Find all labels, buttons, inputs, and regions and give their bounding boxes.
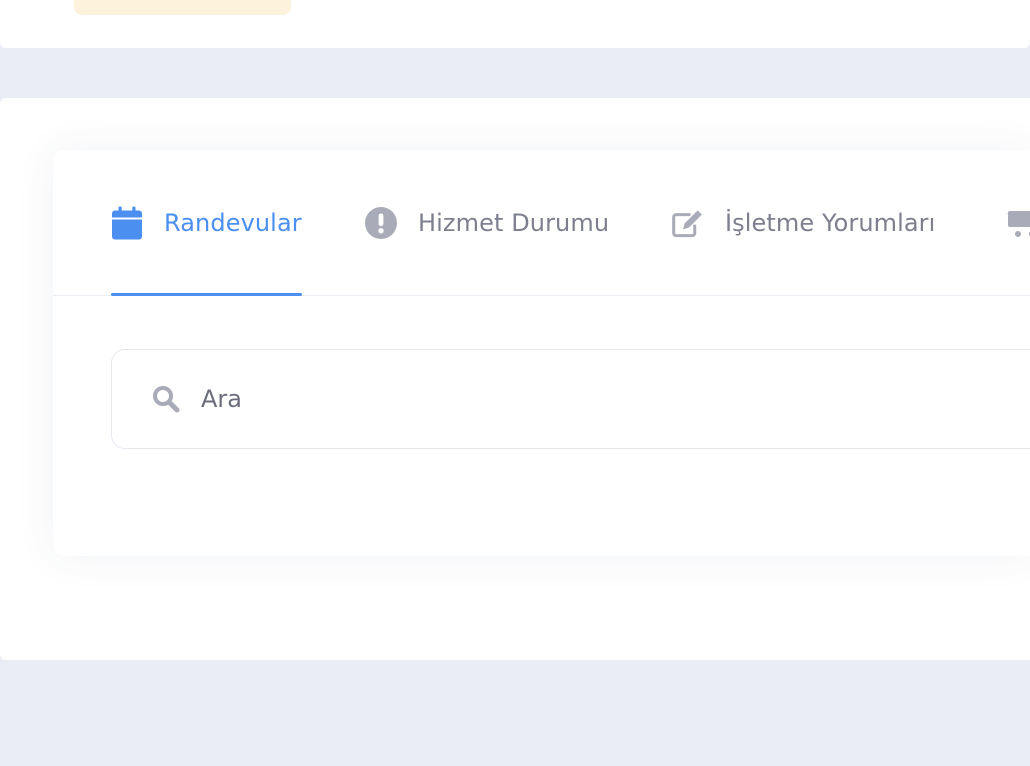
top-card: [0, 0, 1030, 48]
tab-isletme-yorumlari[interactable]: İşletme Yorumları: [672, 150, 935, 295]
tab-hizmet-durumu[interactable]: Hizmet Durumu: [365, 150, 609, 295]
calendar-icon: [111, 206, 143, 239]
tab-label: Hizmet Durumu: [418, 208, 610, 237]
tab-bar: Randevular Hizmet Durumu İşletme Yorumla…: [53, 150, 1030, 296]
tab-randevular[interactable]: Randevular: [111, 150, 302, 296]
cart-icon: [1006, 207, 1030, 239]
content-panel: Randevular Hizmet Durumu İşletme Yorumla…: [53, 150, 1030, 556]
search-icon: [151, 384, 181, 414]
search-box[interactable]: [111, 349, 1030, 449]
edit-icon: [672, 207, 704, 239]
top-badge[interactable]: [74, 0, 291, 15]
tab-cart[interactable]: [1006, 150, 1030, 295]
tab-label: Randevular: [164, 208, 302, 237]
exclamation-circle-icon: [365, 206, 397, 239]
tab-label: İşletme Yorumları: [725, 208, 936, 237]
main-card: Randevular Hizmet Durumu İşletme Yorumla…: [0, 98, 1030, 660]
search-input[interactable]: [201, 385, 901, 413]
